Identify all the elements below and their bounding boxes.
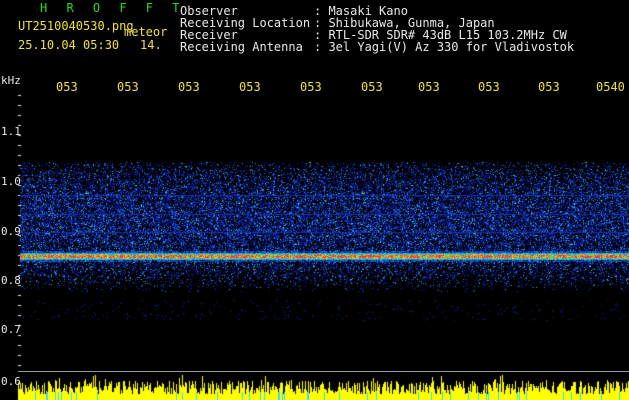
- x-tick-label: 053: [56, 80, 78, 94]
- x-tick-label: 053: [361, 80, 383, 94]
- baseline-divider: [18, 371, 629, 372]
- spectrogram-canvas: [0, 0, 629, 400]
- info-value-antenna: : 3el Yagi(V) Az 330 for Vladivostok: [314, 40, 575, 54]
- x-tick-label: 053: [478, 80, 500, 94]
- x-tick-label: 053: [418, 80, 440, 94]
- x-tick-label: 053: [117, 80, 139, 94]
- x-tick-label: 053: [239, 80, 261, 94]
- info-label-antenna: Receiving Antenna: [180, 40, 303, 54]
- y-tick-label: 1.0: [1, 175, 21, 188]
- y-tick-label: 1.1: [1, 125, 21, 138]
- x-tick-label: 0540: [596, 80, 625, 94]
- filename-label: UT2510040530.png: [18, 19, 134, 33]
- y-tick-label: 0.6: [1, 375, 21, 388]
- datetime-label: 25.10.04 05:30: [18, 38, 120, 52]
- x-tick-label: 053: [538, 80, 560, 94]
- x-tick-label: 053: [300, 80, 322, 94]
- axis-unit-label: kHz: [1, 74, 21, 87]
- app-title: H R O F F T: [40, 1, 186, 15]
- x-tick-label: 053: [178, 80, 200, 94]
- y-tick-label: 0.8: [1, 274, 21, 287]
- y-tick-label: 0.9: [1, 225, 21, 238]
- y-tick-label: 0.7: [1, 323, 21, 336]
- count-label: 14.: [140, 38, 162, 52]
